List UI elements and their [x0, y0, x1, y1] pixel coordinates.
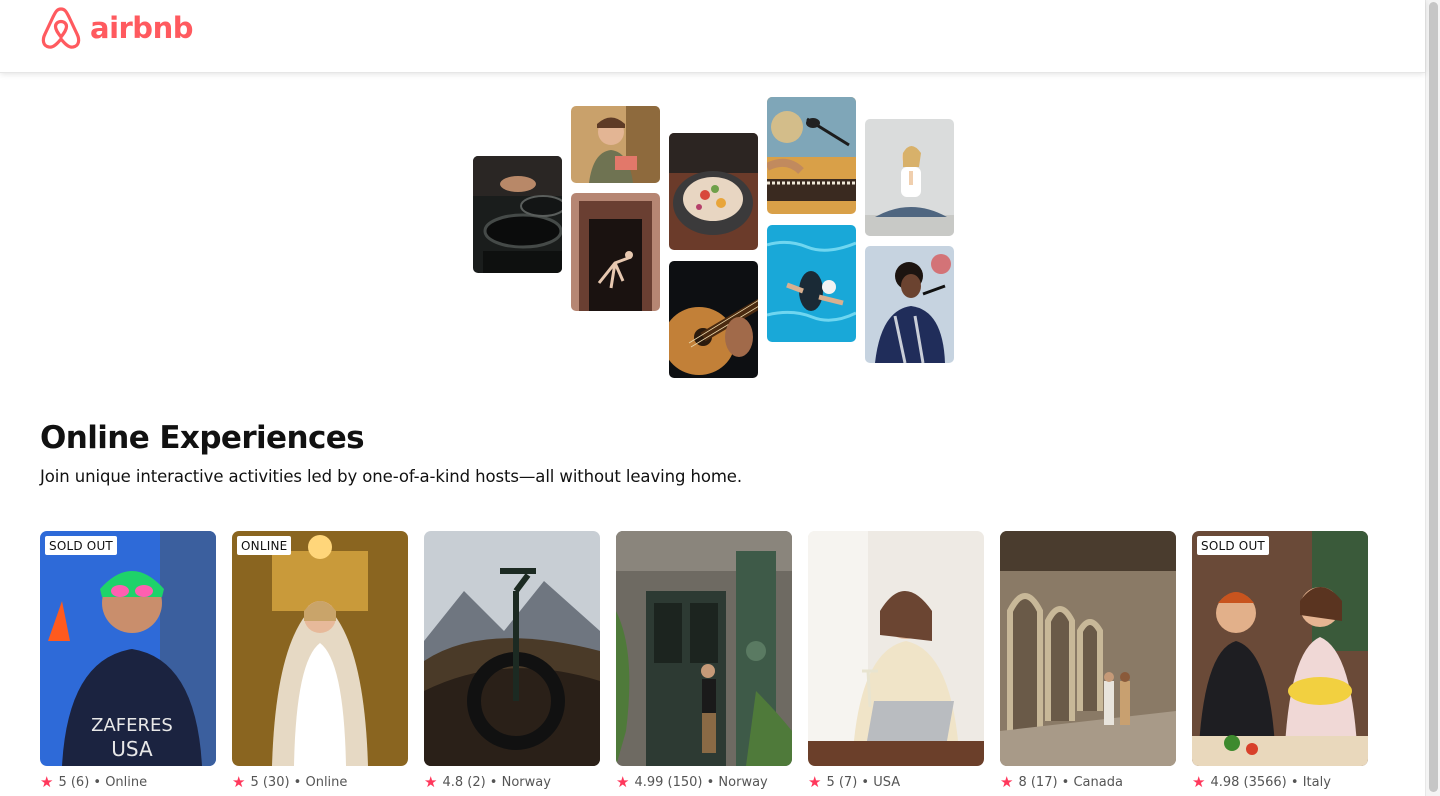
bride-in-veil-photo: [232, 531, 408, 766]
experience-card[interactable]: ZAFERES USA SOLD OUT ★ 5 (6) • Online: [40, 531, 216, 790]
site-header: airbnb: [0, 0, 1425, 73]
star-icon: ★: [808, 773, 822, 791]
star-icon: ★: [1000, 773, 1014, 791]
star-icon: ★: [1192, 773, 1206, 791]
rating-reviews-location: 4.98 (3566) • Italy: [1210, 775, 1331, 790]
sold-out-badge: SOLD OUT: [1197, 536, 1269, 556]
experience-card[interactable]: SOLD OUT ★ 4.98 (3566) • Italy: [1192, 531, 1368, 790]
experience-card-meta: ★ 4.98 (3566) • Italy: [1192, 773, 1331, 791]
triathlete-swimmer-photo: ZAFERES USA: [40, 531, 216, 766]
singer-microphone-piano-photo: [767, 97, 856, 214]
singer-performing-photo: [865, 246, 954, 363]
rating-reviews-location: 8 (17) • Canada: [1018, 775, 1123, 790]
host-holding-food-photo: [571, 106, 660, 183]
experience-card-image[interactable]: [424, 531, 600, 766]
airbnb-wordmark: airbnb: [90, 10, 193, 45]
svg-text:ZAFERES: ZAFERES: [91, 715, 173, 736]
experience-card[interactable]: ★ 5 (7) • USA: [808, 531, 984, 790]
cooking-pans-photo: [473, 156, 562, 273]
section-subtitle: Join unique interactive activities led b…: [40, 467, 742, 486]
experience-card-image[interactable]: SOLD OUT: [1192, 531, 1368, 766]
star-icon: ★: [232, 773, 246, 791]
vertical-scrollbar[interactable]: [1425, 0, 1440, 796]
scrollbar-thumb[interactable]: [1429, 2, 1438, 792]
experience-card-image[interactable]: [808, 531, 984, 766]
rating-reviews-location: 5 (7) • USA: [826, 775, 901, 790]
food-bowl-photo: [669, 133, 758, 250]
experience-card-meta: ★ 5 (6) • Online: [40, 773, 148, 791]
star-icon: ★: [616, 773, 630, 791]
rating-reviews-location: 4.8 (2) • Norway: [442, 775, 551, 790]
experience-card-meta: ★ 5 (7) • USA: [808, 773, 901, 791]
star-icon: ★: [40, 773, 54, 791]
experience-card-meta: ★ 8 (17) • Canada: [1000, 773, 1123, 791]
airbnb-belo-logo-icon: [41, 7, 81, 49]
experience-card-image[interactable]: [1000, 531, 1176, 766]
airbnb-logo-link[interactable]: airbnb: [40, 5, 193, 51]
rating-reviews-location: 5 (6) • Online: [58, 775, 148, 790]
experience-card-image[interactable]: [616, 531, 792, 766]
star-icon: ★: [424, 773, 438, 791]
guitar-playing-photo: [669, 261, 758, 378]
experience-card[interactable]: ★ 4.99 (150) • Norway: [616, 531, 792, 790]
man-at-green-door-photo: [616, 531, 792, 766]
section-title: Online Experiences: [40, 420, 365, 456]
experience-card-meta: ★ 4.99 (150) • Norway: [616, 773, 768, 791]
woman-with-wine-laptop-photo: [808, 531, 984, 766]
experience-card-meta: ★ 4.8 (2) • Norway: [424, 773, 551, 791]
rating-reviews-location: 5 (30) • Online: [250, 775, 348, 790]
experience-card[interactable]: ONLINE ★ 5 (30) • Online: [232, 531, 408, 790]
sold-out-badge: SOLD OUT: [45, 536, 117, 556]
online-badge: ONLINE: [237, 536, 292, 556]
svg-text:USA: USA: [111, 737, 153, 761]
rating-reviews-location: 4.99 (150) • Norway: [634, 775, 768, 790]
experience-card[interactable]: ★ 4.8 (2) • Norway: [424, 531, 600, 790]
mountain-bike-photo: [424, 531, 600, 766]
experience-card-image[interactable]: ONLINE: [232, 531, 408, 766]
yoga-meditation-photo: [865, 119, 954, 236]
experience-card-meta: ★ 5 (30) • Online: [232, 773, 348, 791]
pasta-cooking-photo: [1192, 531, 1368, 766]
experience-card-image[interactable]: ZAFERES USA SOLD OUT: [40, 531, 216, 766]
swimmer-pool-photo: [767, 225, 856, 342]
couple-in-cloister-photo: [1000, 531, 1176, 766]
experience-card[interactable]: ★ 8 (17) • Canada: [1000, 531, 1176, 790]
dancer-in-doorway-photo: [571, 193, 660, 311]
